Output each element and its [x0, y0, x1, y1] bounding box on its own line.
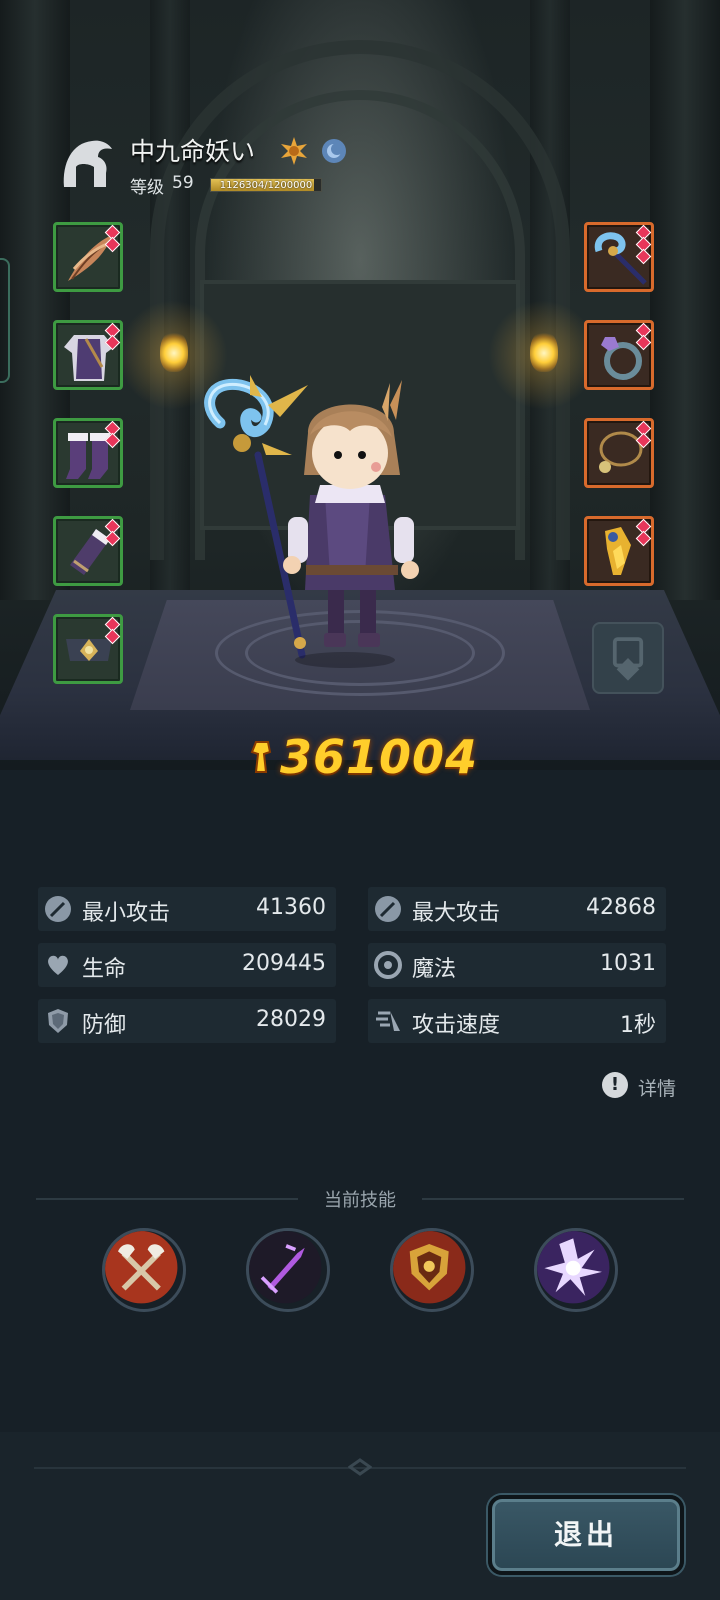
side-drawer-tab[interactable] — [0, 258, 10, 383]
axes-icon — [105, 1231, 178, 1304]
skill-golden-shield[interactable] — [390, 1228, 474, 1312]
divider-right — [422, 1198, 684, 1200]
wall-lamp-left — [160, 330, 188, 372]
class-helmet-icon — [63, 140, 112, 187]
stat-label: 防御 — [82, 1013, 127, 1038]
details-link[interactable]: ! 详情 — [602, 1072, 682, 1100]
stat-value: 209445 — [242, 951, 326, 976]
lightning-icon — [537, 1231, 610, 1304]
divider-ornament-icon — [348, 1458, 372, 1476]
equip-slot-feather[interactable] — [53, 222, 123, 292]
stat-health: 生命 209445 — [38, 943, 336, 987]
xp-bar: 1126304/1200000 — [210, 178, 322, 192]
stat-min-attack: 最小攻击 41360 — [38, 887, 336, 931]
stat-label: 最小攻击 — [82, 901, 171, 926]
divider-left — [36, 1198, 298, 1200]
equip-slot-belt[interactable] — [53, 614, 123, 684]
skill-purple-sword[interactable] — [246, 1228, 330, 1312]
stat-attack-speed: 攻击速度 1秒 — [368, 999, 666, 1043]
stat-value: 28029 — [256, 1007, 326, 1032]
hero-character[interactable] — [180, 375, 440, 675]
equip-slot-staff[interactable] — [584, 222, 654, 292]
skill-crossed-axes[interactable] — [102, 1228, 186, 1312]
stat-value: 41360 — [256, 895, 326, 920]
level-label: 等级 — [130, 178, 164, 198]
stat-label: 攻击速度 — [412, 1013, 501, 1038]
skill-lightning-burst[interactable] — [534, 1228, 618, 1312]
moon-badge-icon — [322, 139, 346, 163]
stat-value: 42868 — [586, 895, 656, 920]
equip-slot-armor[interactable] — [53, 320, 123, 390]
wall-lamp-right — [530, 330, 558, 372]
level-value: 59 — [172, 173, 194, 193]
player-name: 中九命妖い — [130, 137, 256, 166]
equip-slot-empty[interactable] — [592, 622, 664, 694]
purple-sword-icon — [249, 1231, 322, 1304]
power-fist-icon — [250, 741, 272, 773]
pillar-left — [0, 0, 70, 600]
equip-slot-ring[interactable] — [584, 320, 654, 390]
equip-slot-boots[interactable] — [53, 418, 123, 488]
stat-label: 魔法 — [412, 957, 457, 982]
heart-icon — [48, 955, 68, 975]
equip-slot-necklace[interactable] — [584, 418, 654, 488]
stat-defense: 防御 28029 — [38, 999, 336, 1043]
pillar-right — [650, 0, 720, 600]
stat-magic: 魔法 1031 — [368, 943, 666, 987]
stat-label: 最大攻击 — [412, 901, 501, 926]
exit-button[interactable]: 退出 — [488, 1495, 684, 1575]
details-label: 详情 — [638, 1078, 677, 1100]
equip-slot-bracer[interactable] — [53, 516, 123, 586]
stat-label: 生命 — [82, 957, 127, 982]
locked-slot-icon — [612, 637, 644, 681]
magic-icon — [374, 951, 402, 979]
combat-power: 361004 — [180, 730, 540, 790]
sun-badge-icon — [281, 137, 307, 165]
xp-text: 1126304/1200000 — [219, 180, 313, 191]
stat-value: 1秒 — [620, 1013, 656, 1038]
stat-max-attack: 最大攻击 42868 — [368, 887, 666, 931]
sword-icon — [45, 896, 71, 922]
speed-icon — [376, 1011, 400, 1031]
combat-power-value: 361004 — [280, 730, 479, 784]
skills-title: 当前技能 — [324, 1190, 396, 1211]
info-icon: ! — [602, 1072, 628, 1098]
shield-icon — [48, 1009, 68, 1033]
stat-value: 1031 — [600, 951, 656, 976]
equip-slot-amulet[interactable] — [584, 516, 654, 586]
shield-crest-icon — [393, 1231, 466, 1304]
sword-icon — [375, 896, 401, 922]
